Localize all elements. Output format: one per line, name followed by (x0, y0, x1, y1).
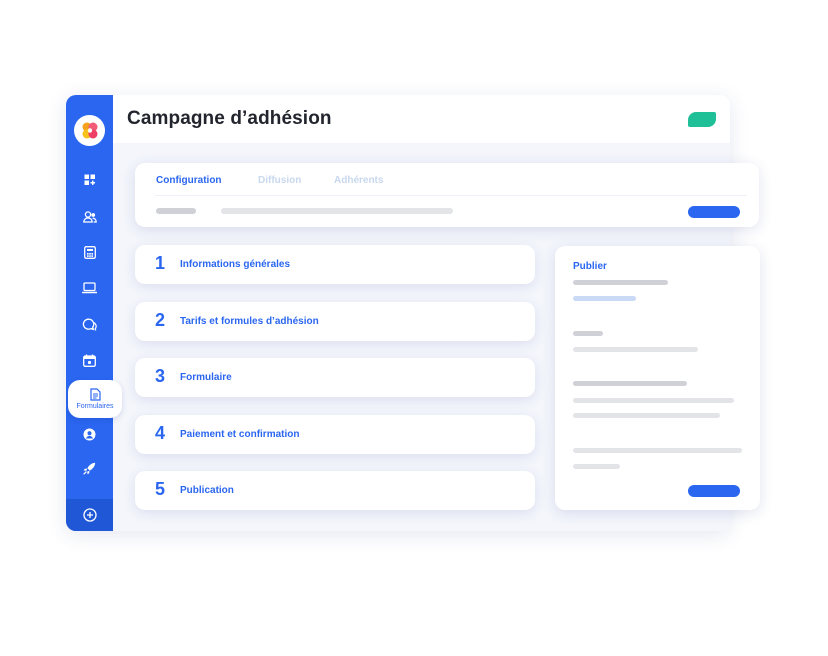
placeholder-text (221, 208, 453, 214)
topbar: Campagne d’adhésion (113, 95, 730, 143)
tabs-card: Configuration Diffusion Adhérents (135, 163, 759, 227)
sidebar-item-events[interactable] (66, 346, 113, 374)
topbar-action-button[interactable] (688, 112, 716, 127)
step-label: Informations générales (180, 259, 291, 270)
sidebar-item-accounting[interactable] (66, 238, 113, 266)
step-card[interactable]: 2 Tarifs et formules d’adhésion (135, 302, 535, 341)
step-number: 3 (155, 366, 166, 386)
step-card[interactable]: 5 Publication (135, 471, 535, 510)
publish-button[interactable] (688, 485, 740, 497)
sidebar-add-button[interactable] (66, 499, 113, 531)
contact-icon (83, 428, 96, 440)
placeholder-text (573, 464, 620, 469)
page-title: Campagne d’adhésion (127, 108, 332, 129)
tabs-card-action-button[interactable] (688, 206, 740, 218)
document-icon (89, 387, 101, 401)
dashboard-icon (84, 174, 95, 185)
step-card[interactable]: 3 Formulaire (135, 358, 535, 397)
placeholder-text (573, 413, 720, 418)
sidebar-item-website[interactable] (66, 274, 113, 302)
placeholder-text (573, 331, 603, 336)
step-number: 1 (155, 253, 166, 273)
placeholder-text (573, 280, 668, 285)
placeholder-text (573, 398, 734, 403)
sidebar: Formulaires (66, 95, 122, 531)
step-label: Paiement et confirmation (180, 429, 300, 440)
tab-adherents[interactable]: Adhérents (334, 175, 383, 186)
flower-logo-icon (82, 122, 97, 138)
sidebar-item-forms-label: Formulaires (76, 402, 114, 410)
calendar-icon (83, 354, 96, 367)
calculator-icon (83, 245, 96, 259)
tab-diffusion[interactable]: Diffusion (258, 175, 301, 186)
step-card[interactable]: 4 Paiement et confirmation (135, 415, 535, 454)
placeholder-text (573, 381, 687, 386)
users-icon (82, 211, 97, 223)
sidebar-item-dashboard[interactable] (66, 166, 113, 194)
placeholder-text (156, 208, 196, 214)
laptop-icon (82, 282, 97, 294)
step-label: Publication (180, 485, 234, 496)
sidebar-item-members[interactable] (66, 203, 113, 231)
publish-panel: Publier (555, 246, 760, 510)
step-number: 4 (155, 423, 166, 443)
rocket-icon (83, 462, 96, 475)
sidebar-item-messages[interactable] (66, 310, 113, 338)
sidebar-item-forms[interactable]: Formulaires (68, 380, 122, 418)
step-label: Formulaire (180, 372, 232, 383)
step-card[interactable]: 1 Informations générales (135, 245, 535, 284)
step-label: Tarifs et formules d’adhésion (180, 316, 319, 327)
sidebar-item-launch[interactable] (66, 454, 113, 482)
plus-circle-icon (82, 508, 97, 522)
app-logo[interactable] (74, 115, 105, 146)
placeholder-text (573, 448, 742, 453)
placeholder-text (573, 347, 698, 352)
chat-icon (82, 318, 97, 331)
sidebar-item-contacts[interactable] (66, 420, 113, 448)
publish-panel-title: Publier (573, 261, 607, 272)
tabs-divider (155, 195, 747, 196)
tab-configuration[interactable]: Configuration (156, 175, 222, 186)
placeholder-link (573, 296, 636, 301)
step-number: 5 (155, 479, 166, 499)
step-number: 2 (155, 310, 166, 330)
